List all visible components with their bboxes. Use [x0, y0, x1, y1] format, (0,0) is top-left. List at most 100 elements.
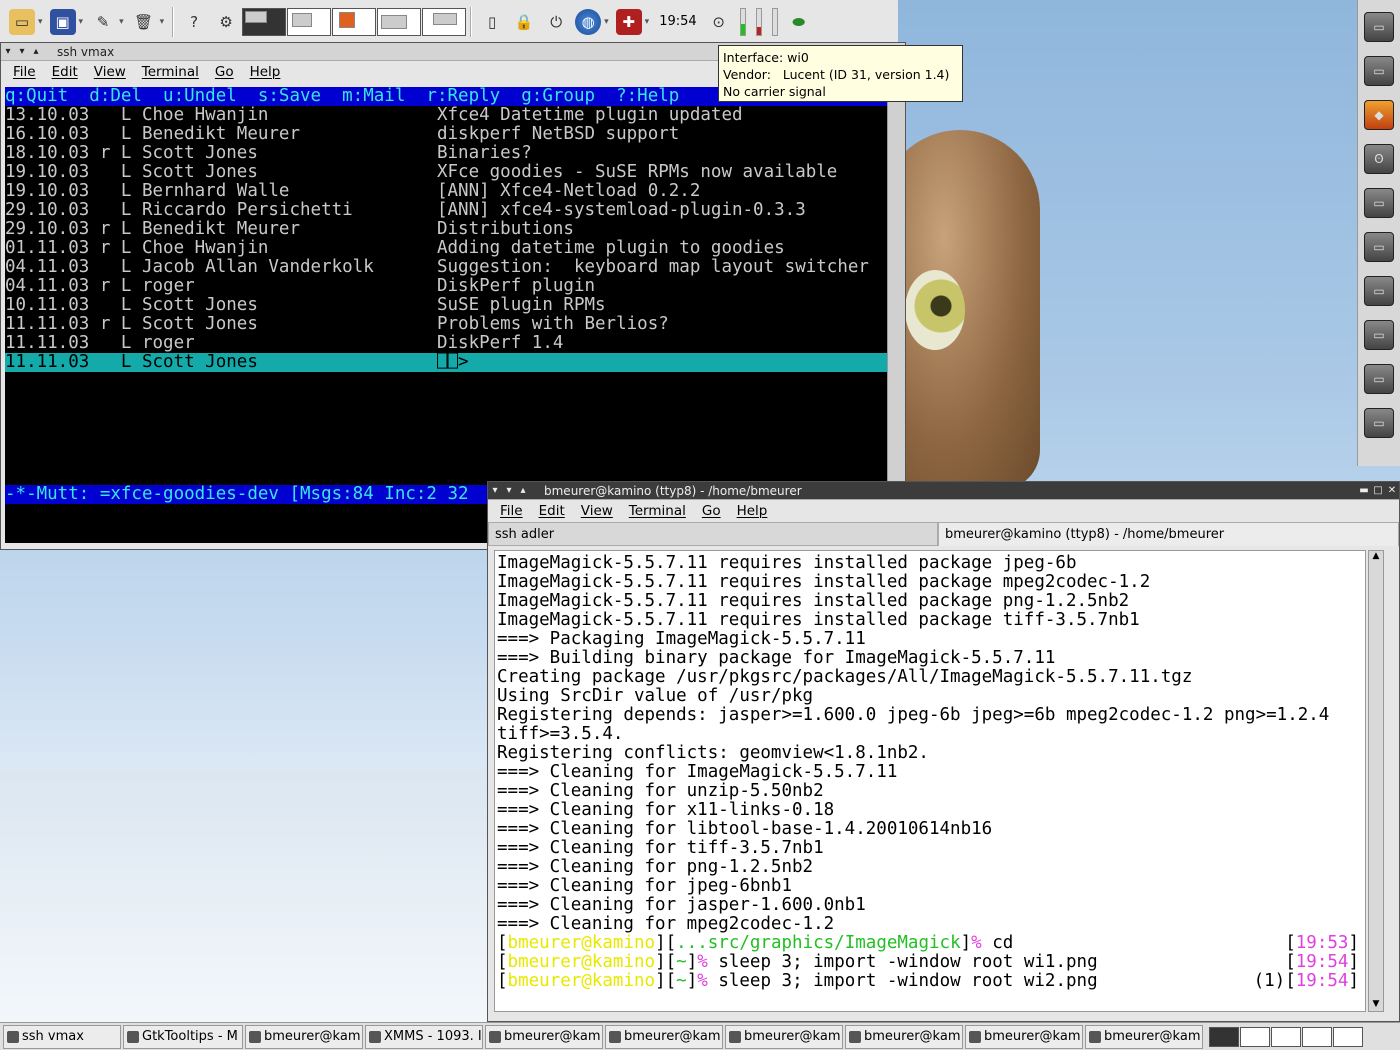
menu-go[interactable]: Go [702, 503, 721, 519]
scroll-up-icon[interactable]: ▲ [1369, 551, 1383, 561]
globe-icon[interactable]: ◍ [575, 8, 602, 35]
mutt-terminal[interactable]: q:Quit d:Del u:Undel s:Save m:Mail r:Rep… [5, 87, 887, 543]
taskbar-item[interactable]: bmeurer@kam [605, 1024, 723, 1049]
menu-terminal[interactable]: Terminal [629, 503, 686, 519]
window-titlebar[interactable]: ▾ ▾ ▴ bmeurer@kamino (ttyp8) - /home/bme… [488, 482, 1399, 500]
menu-view[interactable]: View [581, 503, 613, 519]
menu-help[interactable]: Help [250, 64, 281, 80]
terminal-icon[interactable]: ▭ [1364, 276, 1394, 306]
prompt-time: (1)[19:54] [1254, 972, 1359, 991]
chevron-down-icon[interactable]: ▾ [604, 17, 609, 27]
minimize-icon[interactable]: ▬ [1357, 485, 1371, 496]
terminal-icon[interactable]: ▣ [49, 8, 76, 35]
toolbox-icon[interactable]: ✚ [615, 8, 642, 35]
taskbar-item[interactable]: bmeurer@kam [725, 1024, 843, 1049]
message-row[interactable]: 19.10.03 L Scott Jones XFce goodies - Su… [5, 163, 887, 182]
folder-icon[interactable]: ▭ [9, 8, 35, 35]
message-row[interactable]: 19.10.03 L Bernhard Walle [ANN] Xfce4-Ne… [5, 182, 887, 201]
scrollbar[interactable] [887, 87, 905, 543]
message-row[interactable]: 16.10.03 L Benedikt Meurer diskperf NetB… [5, 125, 887, 144]
taskbar-item[interactable]: bmeurer@kam [965, 1024, 1083, 1049]
menu-help[interactable]: Help [737, 503, 768, 519]
workspace-4[interactable] [377, 7, 422, 36]
message-row[interactable]: 29.10.03 r L Benedikt Meurer Distributio… [5, 220, 887, 239]
terminal-icon[interactable]: ▭ [1364, 408, 1394, 438]
message-row[interactable]: 29.10.03 L Riccardo Persichetti [ANN] xf… [5, 201, 887, 220]
workspace-1[interactable] [1209, 1026, 1239, 1047]
tab-kamino[interactable]: bmeurer@kamino (ttyp8) - /home/bmeurer [938, 522, 1399, 546]
message-row[interactable]: 11.11.03 L Scott Jones ⎕⎕> [5, 353, 887, 372]
output-line: Creating package /usr/pkgsrc/packages/Al… [497, 667, 1193, 687]
window-icon [849, 1030, 861, 1043]
message-row[interactable]: 01.11.03 r L Choe Hwanjin Adding datetim… [5, 239, 887, 258]
stick-icon[interactable]: ▴ [516, 485, 530, 496]
workspace-3[interactable] [332, 7, 377, 36]
output-lines: ImageMagick-5.5.7.11 requires installed … [497, 554, 1363, 934]
chevron-down-icon[interactable]: ▾ [119, 17, 124, 27]
workspace-1[interactable] [242, 7, 287, 36]
workspace-3[interactable] [1271, 1026, 1301, 1047]
settings-icon[interactable]: ⚙ [213, 9, 239, 35]
terminal-icon[interactable]: ▭ [1364, 56, 1394, 86]
workspace-2[interactable] [287, 7, 332, 36]
workspace-5[interactable] [422, 7, 467, 36]
menu-view[interactable]: View [94, 64, 126, 80]
menu-go[interactable]: Go [215, 64, 234, 80]
menu-file[interactable]: File [13, 64, 36, 80]
terminal-icon[interactable]: ▭ [1364, 364, 1394, 394]
lock-icon[interactable]: 🔒 [511, 9, 537, 35]
chevron-down-icon[interactable]: ▾ [79, 17, 84, 27]
shade-icon[interactable]: ▾ [502, 485, 516, 496]
output-line: ===> Cleaning for jasper-1.600.0nb1 [497, 895, 866, 915]
taskbar-item[interactable]: bmeurer@kam [845, 1024, 963, 1049]
help-icon[interactable]: ? [181, 9, 207, 35]
chevron-down-icon[interactable]: ▾ [160, 17, 165, 27]
message-row[interactable]: 04.11.03 r L roger DiskPerf plugin [5, 277, 887, 296]
message-row[interactable]: 11.11.03 L roger DiskPerf 1.4 [5, 334, 887, 353]
trash-icon[interactable]: 🗑 [131, 9, 157, 35]
power-icon[interactable]: ⏻ [543, 9, 569, 35]
message-row[interactable]: 18.10.03 r L Scott Jones Binaries? [5, 144, 887, 163]
terminal-icon[interactable]: ▭ [1364, 232, 1394, 262]
message-row[interactable]: 11.11.03 r L Scott Jones Problems with B… [5, 315, 887, 334]
menu-edit[interactable]: Edit [539, 503, 565, 519]
gnu-icon[interactable]: ʘ [1364, 144, 1394, 174]
message-row[interactable]: 10.11.03 L Scott Jones SuSE plugin RPMs [5, 296, 887, 315]
network-icon[interactable]: ⊙ [706, 9, 732, 35]
taskbar-item[interactable]: bmeurer@kam [245, 1024, 363, 1049]
workspace-5[interactable] [1333, 1026, 1363, 1047]
terminal-output[interactable]: ImageMagick-5.5.7.11 requires installed … [494, 550, 1366, 1012]
netload-icon[interactable]: ⬬ [786, 9, 812, 35]
menu-terminal[interactable]: Terminal [142, 64, 199, 80]
chevron-down-icon[interactable]: ▾ [645, 17, 650, 27]
panel-clock[interactable]: 19:54 [659, 14, 696, 29]
terminal-icon[interactable]: ▭ [1364, 320, 1394, 350]
scrollbar[interactable]: ▲ ▼ [1368, 550, 1384, 1012]
taskbar-item[interactable]: GtkTooltips - M [123, 1024, 243, 1049]
terminal-icon[interactable]: ▭ [1364, 12, 1394, 42]
workspace-2[interactable] [1240, 1026, 1270, 1047]
stick-icon[interactable]: ▴ [29, 46, 43, 57]
taskbar-item[interactable]: bmeurer@kam [485, 1024, 603, 1049]
menu-bar: File Edit View Terminal Go Help [488, 500, 1399, 522]
menu-edit[interactable]: Edit [52, 64, 78, 80]
package-icon[interactable]: ◆ [1364, 100, 1394, 130]
scroll-down-icon[interactable]: ▼ [1369, 999, 1383, 1009]
window-menu-icon[interactable]: ▾ [1, 46, 15, 57]
terminal-icon[interactable]: ▭ [1364, 188, 1394, 218]
mem-load-bar [755, 7, 762, 36]
tab-ssh-adler[interactable]: ssh adler [488, 522, 938, 546]
maximize-icon[interactable]: □ [1371, 485, 1385, 496]
workspace-4[interactable] [1302, 1026, 1332, 1047]
shade-icon[interactable]: ▾ [15, 46, 29, 57]
taskbar-item[interactable]: ssh vmax [3, 1024, 121, 1049]
chevron-down-icon[interactable]: ▾ [38, 17, 43, 27]
taskbar-item[interactable]: XMMS - 1093. I [365, 1024, 483, 1049]
message-row[interactable]: 04.11.03 L Jacob Allan Vanderkolk Sugges… [5, 258, 887, 277]
window-menu-icon[interactable]: ▾ [488, 485, 502, 496]
menu-file[interactable]: File [500, 503, 523, 519]
close-icon[interactable]: ✕ [1385, 485, 1399, 496]
message-row[interactable]: 13.10.03 L Choe Hwanjin Xfce4 Datetime p… [5, 106, 887, 125]
editor-icon[interactable]: ✎ [90, 9, 116, 35]
taskbar-item[interactable]: bmeurer@kam [1085, 1024, 1203, 1049]
